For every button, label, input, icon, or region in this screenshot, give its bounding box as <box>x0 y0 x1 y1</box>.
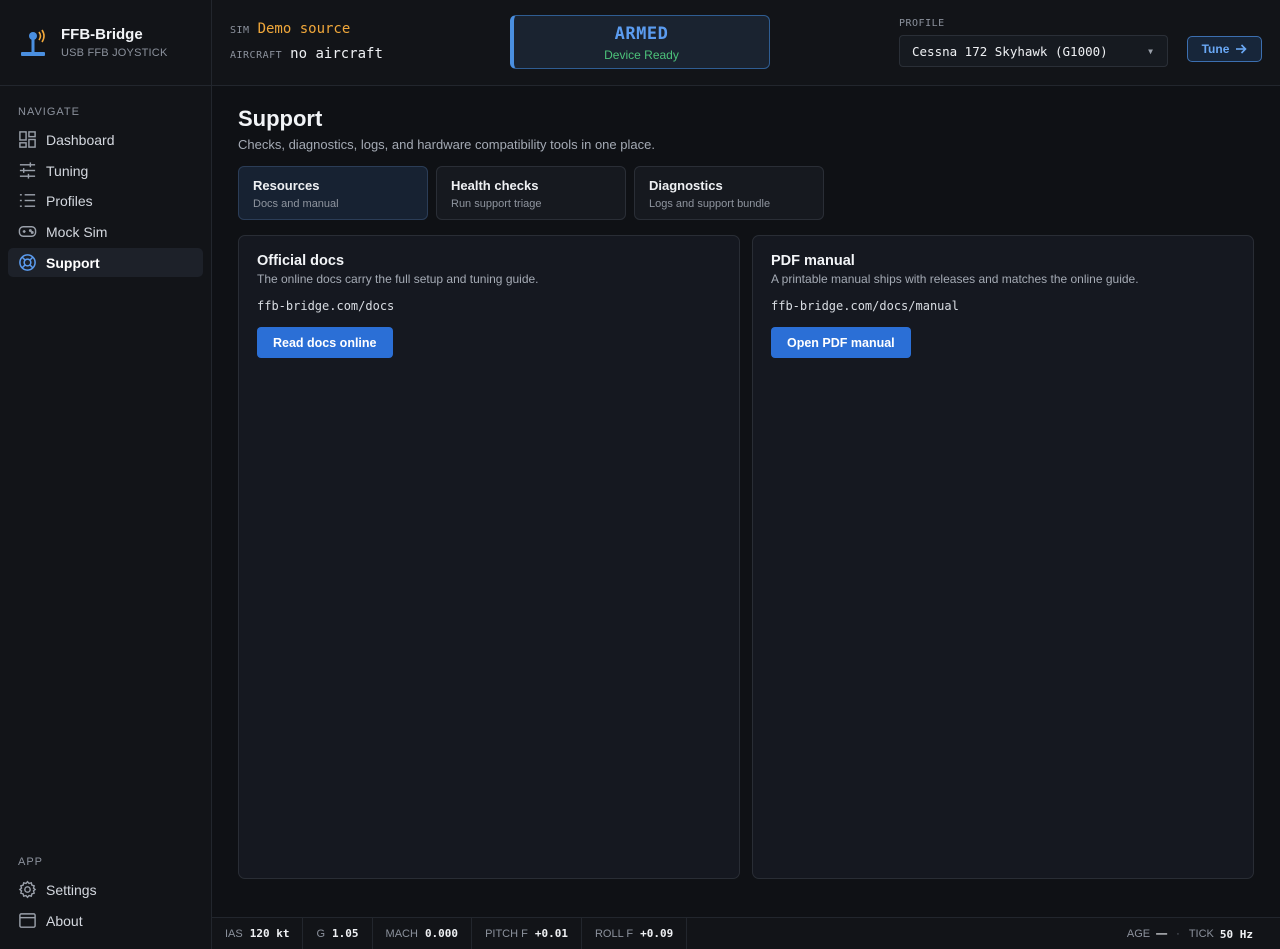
dashboard-icon <box>19 131 36 148</box>
age-label: AGE <box>1126 928 1151 940</box>
stat-value: 0.000 <box>424 927 459 940</box>
read-docs-button[interactable]: Read docs online <box>257 327 393 358</box>
sidebar-item-profiles[interactable]: Profiles <box>8 186 203 215</box>
card-title: Official docs <box>257 253 345 269</box>
device-status-panel: ARMED Device Ready <box>510 15 770 69</box>
main-content: Support Checks, diagnostics, logs, and h… <box>212 86 1280 917</box>
manual-url: ffb-bridge.com/docs/manual <box>771 299 959 313</box>
stat-key: MACH <box>385 927 418 940</box>
tab-subtitle: Run support triage <box>451 198 542 210</box>
sidebar-item-label: Settings <box>46 881 97 898</box>
brand: FFB-Bridge USB FFB JOYSTICK <box>0 0 211 86</box>
stat-value: +0.09 <box>640 927 674 940</box>
footer-status: AGE — · TICK 50 Hz <box>1127 918 1253 949</box>
aircraft-value: no aircraft <box>290 46 383 62</box>
sidebar-item-dashboard[interactable]: Dashboard <box>8 125 203 154</box>
open-pdf-button[interactable]: Open PDF manual <box>771 327 911 358</box>
sidebar: FFB-Bridge USB FFB JOYSTICK NAVIGATE Das… <box>0 0 212 949</box>
docs-url: ffb-bridge.com/docs <box>257 299 395 313</box>
app-name: FFB-Bridge <box>61 26 143 43</box>
nav-section-label: NAVIGATE <box>18 106 80 118</box>
stat-g: G 1.05 <box>303 917 373 949</box>
stat-key: G <box>316 927 326 940</box>
aircraft-label: AIRCRAFT <box>230 50 283 61</box>
sidebar-item-label: Support <box>46 254 100 271</box>
sim-value: Demo source <box>257 21 351 37</box>
tab-title: Health checks <box>451 178 539 193</box>
card-description: A printable manual ships with releases a… <box>771 272 1139 286</box>
tune-label: Tune <box>1201 42 1230 56</box>
tab-subtitle: Logs and support bundle <box>649 198 771 210</box>
profile-select[interactable]: Cessna 172 Skyhawk (G1000) ▼ <box>899 35 1168 67</box>
sim-status: SIM Demo source <box>230 21 350 37</box>
chevron-down-icon: ▼ <box>1148 46 1153 56</box>
profile-value: Cessna 172 Skyhawk (G1000) <box>912 43 1108 59</box>
window-icon <box>19 913 36 928</box>
aircraft-status: AIRCRAFT no aircraft <box>230 46 383 62</box>
official-docs-card: Official docs The online docs carry the … <box>238 235 740 879</box>
tab-health-checks[interactable]: Health checks Run support triage <box>436 166 626 220</box>
device-ready-text: Device Ready <box>604 48 679 62</box>
app-section-label: APP <box>18 856 44 868</box>
separator-dot: · <box>1176 928 1180 940</box>
stat-pitch-force: PITCH F +0.01 <box>472 917 582 949</box>
sidebar-item-label: Tuning <box>46 162 89 179</box>
stat-key: IAS <box>225 927 243 940</box>
lifebuoy-icon <box>19 254 36 271</box>
tab-diagnostics[interactable]: Diagnostics Logs and support bundle <box>634 166 824 220</box>
tab-subtitle: Docs and manual <box>253 198 339 210</box>
tab-title: Diagnostics <box>649 178 723 193</box>
tick-label: TICK <box>1188 928 1214 940</box>
profile-label: PROFILE <box>899 18 945 29</box>
age-value: — <box>1156 928 1168 940</box>
tab-title: Resources <box>253 178 320 193</box>
sliders-icon <box>19 162 36 179</box>
joystick-logo-icon <box>21 29 45 56</box>
telemetry-footer: IAS 120 kt G 1.05 MACH 0.000 PITCH F +0.… <box>212 917 1280 949</box>
stat-value: 120 kt <box>249 927 290 940</box>
sidebar-item-label: Profiles <box>46 192 93 209</box>
sidebar-item-label: Mock Sim <box>46 223 108 240</box>
app-subtitle: USB FFB JOYSTICK <box>61 47 168 59</box>
sidebar-item-about[interactable]: About <box>8 906 203 935</box>
sidebar-item-support[interactable]: Support <box>8 248 203 277</box>
stat-ias: IAS 120 kt <box>212 917 304 949</box>
stat-key: ROLL F <box>594 927 634 940</box>
sidebar-item-mock-sim[interactable]: Mock Sim <box>8 217 203 246</box>
sidebar-item-label: About <box>46 912 83 929</box>
gear-icon <box>18 880 37 899</box>
tab-resources[interactable]: Resources Docs and manual <box>238 166 428 220</box>
gamepad-icon <box>18 226 37 237</box>
stat-value: +0.01 <box>534 927 568 940</box>
sidebar-item-settings[interactable]: Settings <box>8 875 203 904</box>
tick-value: 50 Hz <box>1219 927 1253 941</box>
sidebar-item-label: Dashboard <box>46 131 115 148</box>
list-icon <box>19 194 36 207</box>
arrow-right-icon <box>1236 44 1248 54</box>
armed-state: ARMED <box>614 24 669 44</box>
card-description: The online docs carry the full setup and… <box>257 272 539 286</box>
top-header: SIM Demo source AIRCRAFT no aircraft ARM… <box>212 0 1280 86</box>
stat-mach: MACH 0.000 <box>373 917 473 949</box>
page-subtitle: Checks, diagnostics, logs, and hardware … <box>238 137 655 152</box>
tune-button[interactable]: Tune <box>1187 36 1262 62</box>
stat-key: PITCH F <box>485 927 528 940</box>
stat-roll-force: ROLL F +0.09 <box>582 917 688 949</box>
card-title: PDF manual <box>771 253 855 269</box>
stat-value: 1.05 <box>332 927 359 940</box>
page-title: Support <box>238 106 323 131</box>
sidebar-item-tuning[interactable]: Tuning <box>8 156 203 185</box>
sim-label: SIM <box>230 25 250 36</box>
pdf-manual-card: PDF manual A printable manual ships with… <box>752 235 1254 879</box>
